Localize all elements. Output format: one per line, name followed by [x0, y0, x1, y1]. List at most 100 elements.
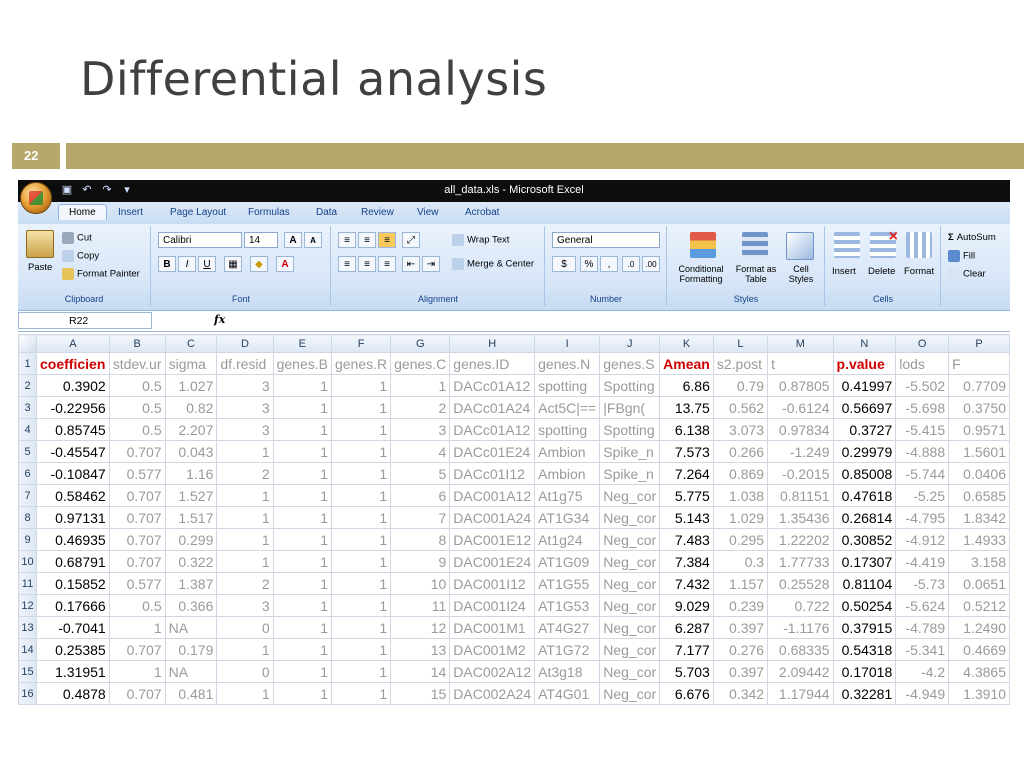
- cell[interactable]: 8: [390, 528, 451, 551]
- cell[interactable]: 6.86: [659, 374, 714, 397]
- cell[interactable]: -0.45547: [36, 440, 110, 463]
- cell[interactable]: Neg_cor: [599, 506, 661, 529]
- cell[interactable]: 0.79: [712, 374, 769, 397]
- cell[interactable]: AT1G55: [534, 572, 601, 595]
- cell[interactable]: 1.527: [164, 484, 218, 507]
- cell[interactable]: 1: [216, 528, 274, 551]
- cell[interactable]: 0.9571: [948, 418, 1010, 441]
- cell[interactable]: 1.517: [164, 506, 218, 529]
- tab-review[interactable]: Review: [361, 207, 394, 218]
- cell[interactable]: 7.264: [659, 462, 714, 485]
- cell[interactable]: 14: [390, 660, 451, 683]
- tab-view[interactable]: View: [417, 207, 439, 218]
- cell-header-p[interactable]: F: [948, 352, 1010, 375]
- cell[interactable]: 0.707: [108, 440, 166, 463]
- cell[interactable]: 0.58462: [36, 484, 110, 507]
- cell[interactable]: 1.029: [712, 506, 769, 529]
- cell[interactable]: 7: [390, 506, 451, 529]
- cell[interactable]: 1.2490: [948, 616, 1010, 639]
- cell[interactable]: 0.295: [712, 528, 769, 551]
- align-center-icon[interactable]: ≡: [358, 256, 376, 272]
- cell[interactable]: 0.7709: [948, 374, 1010, 397]
- bold-button[interactable]: B: [158, 256, 176, 272]
- cell[interactable]: DAC002A12: [449, 660, 536, 683]
- cell[interactable]: 0.481: [164, 682, 218, 705]
- cell[interactable]: 15: [390, 682, 451, 705]
- cell[interactable]: DAC001A24: [449, 506, 536, 529]
- cell[interactable]: 0.869: [712, 462, 769, 485]
- cell[interactable]: DAC001I12: [449, 572, 536, 595]
- cell[interactable]: 0.342: [712, 682, 769, 705]
- cell[interactable]: 1: [108, 660, 166, 683]
- cell[interactable]: 1: [216, 638, 274, 661]
- cell[interactable]: 1: [216, 484, 274, 507]
- cell[interactable]: 1: [272, 572, 332, 595]
- cell[interactable]: 1.4933: [948, 528, 1010, 551]
- increase-decimal-icon[interactable]: .0: [622, 256, 640, 272]
- cell[interactable]: Spike_n: [599, 440, 661, 463]
- column-header-a[interactable]: A: [36, 334, 110, 353]
- cell[interactable]: 3: [216, 594, 274, 617]
- column-header-k[interactable]: K: [659, 334, 714, 353]
- cell[interactable]: At1g24: [534, 528, 601, 551]
- cell[interactable]: 0.17018: [832, 660, 897, 683]
- cell[interactable]: 12: [390, 616, 451, 639]
- cell[interactable]: 0.707: [108, 638, 166, 661]
- number-format-select[interactable]: General: [552, 232, 660, 248]
- cell[interactable]: 0.299: [164, 528, 218, 551]
- cell[interactable]: 1.387: [164, 572, 218, 595]
- cell[interactable]: 0.85745: [36, 418, 110, 441]
- tab-acrobat[interactable]: Acrobat: [465, 207, 499, 218]
- cell[interactable]: 1: [272, 638, 332, 661]
- cell-header-o[interactable]: lods: [895, 352, 950, 375]
- align-top-icon[interactable]: ≡: [338, 232, 356, 248]
- cell[interactable]: -0.2015: [767, 462, 834, 485]
- decrease-decimal-icon[interactable]: .00: [642, 256, 660, 272]
- cell[interactable]: DACc01E24: [449, 440, 536, 463]
- cell[interactable]: |FBgn(: [599, 396, 661, 419]
- cell-header-k[interactable]: Amean: [659, 352, 714, 375]
- cell[interactable]: 1.31951: [36, 660, 110, 683]
- cell[interactable]: 0.25528: [767, 572, 834, 595]
- percent-button[interactable]: %: [580, 256, 598, 272]
- cell[interactable]: 3: [216, 418, 274, 441]
- cell[interactable]: Spotting: [599, 418, 661, 441]
- cell[interactable]: 0.17307: [832, 550, 897, 573]
- cell[interactable]: 1: [330, 418, 392, 441]
- cell[interactable]: 1: [216, 506, 274, 529]
- italic-button[interactable]: I: [178, 256, 196, 272]
- cell[interactable]: spotting: [534, 418, 601, 441]
- align-bottom-icon[interactable]: ≡: [378, 232, 396, 248]
- cell[interactable]: 11: [390, 594, 451, 617]
- column-header-n[interactable]: N: [832, 334, 897, 353]
- cell[interactable]: 13: [390, 638, 451, 661]
- cell-header-i[interactable]: genes.N: [534, 352, 601, 375]
- cell[interactable]: 3: [216, 396, 274, 419]
- merge-center-button[interactable]: Merge & Center: [452, 258, 534, 270]
- cell[interactable]: 6.676: [659, 682, 714, 705]
- row-header[interactable]: 12: [18, 594, 38, 617]
- cell[interactable]: AT1G09: [534, 550, 601, 573]
- cell[interactable]: -1.1176: [767, 616, 834, 639]
- office-button[interactable]: [20, 182, 52, 214]
- cell[interactable]: 0.3750: [948, 396, 1010, 419]
- cell[interactable]: 1: [330, 440, 392, 463]
- fill-color-icon[interactable]: ◆: [250, 256, 268, 272]
- cell[interactable]: 0.32281: [832, 682, 897, 705]
- autosum-button[interactable]: Σ AutoSum: [948, 232, 996, 243]
- cell[interactable]: 1: [330, 396, 392, 419]
- conditional-formatting-icon[interactable]: [690, 232, 716, 258]
- cell[interactable]: 0.707: [108, 484, 166, 507]
- grow-font-button[interactable]: A: [284, 232, 302, 248]
- cell[interactable]: -4.912: [895, 528, 950, 551]
- cell[interactable]: AT4G27: [534, 616, 601, 639]
- cell[interactable]: 1.157: [712, 572, 769, 595]
- cell[interactable]: DACc01A12: [449, 418, 536, 441]
- cell[interactable]: -4.2: [895, 660, 950, 683]
- tab-data[interactable]: Data: [316, 207, 337, 218]
- cell[interactable]: DACc01A12: [449, 374, 536, 397]
- cell[interactable]: DAC001I24: [449, 594, 536, 617]
- cell[interactable]: AT1G53: [534, 594, 601, 617]
- cell[interactable]: AT1G34: [534, 506, 601, 529]
- cell[interactable]: Act5C|==: [534, 396, 601, 419]
